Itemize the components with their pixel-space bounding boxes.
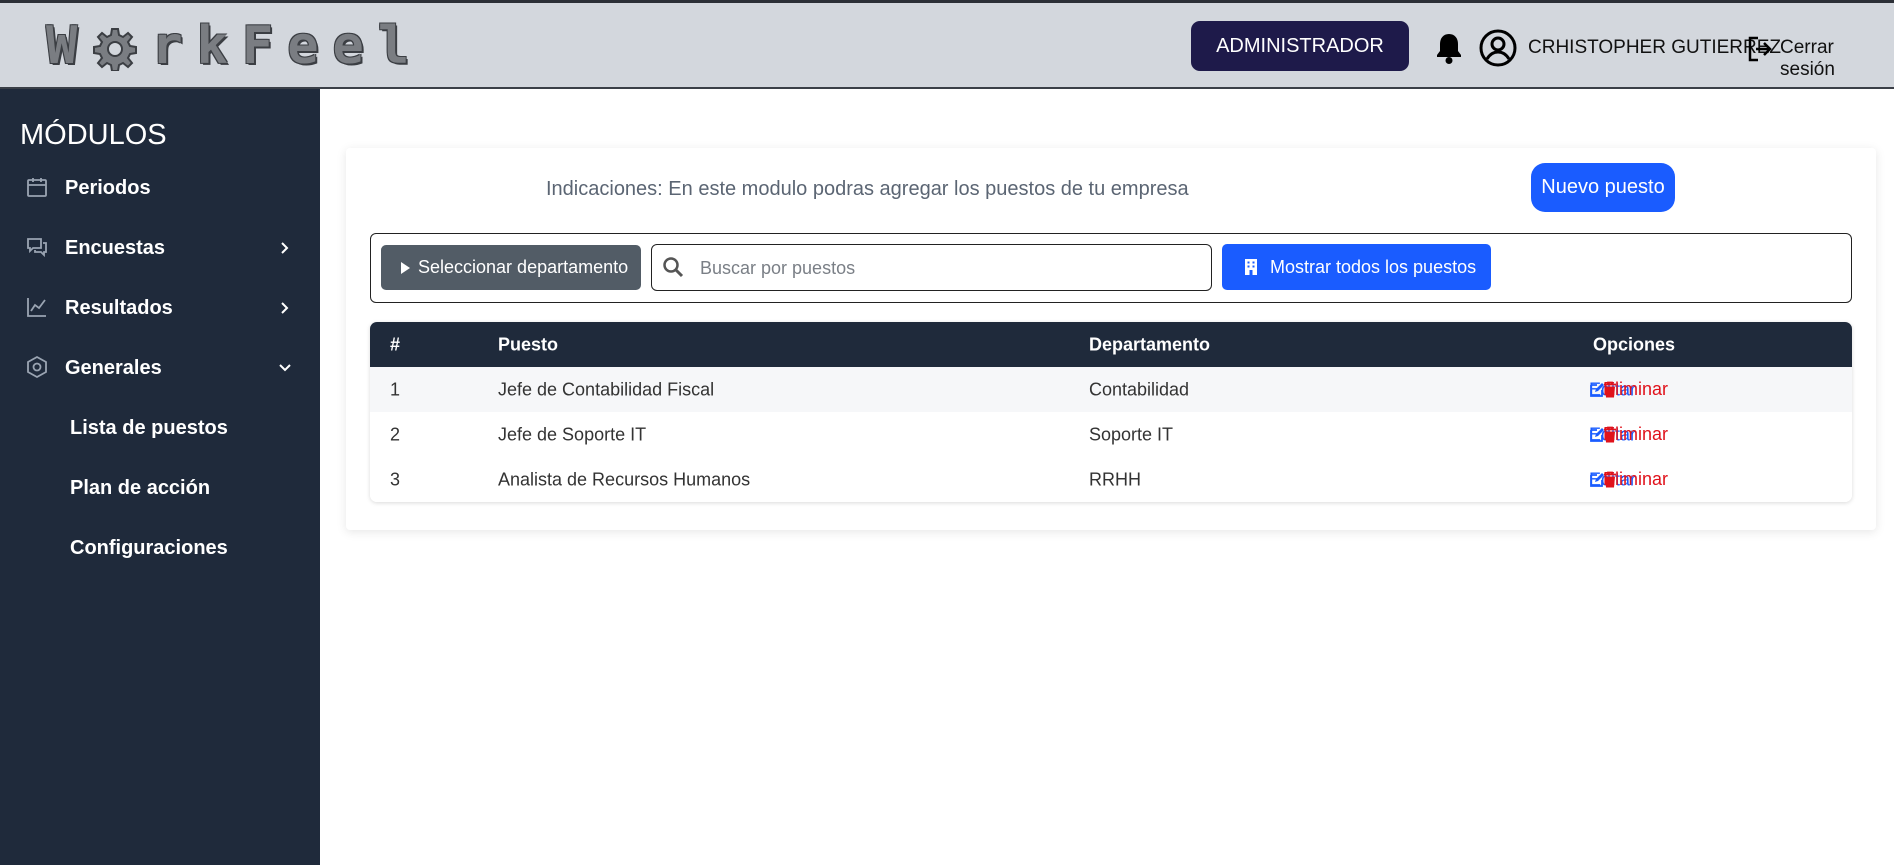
delete-button[interactable]: Eliminar [1603,469,1668,489]
user-name: CRHISTOPHER GUTIERREZ [1528,37,1782,58]
delete-button[interactable]: Eliminar [1603,424,1668,444]
sidebar-item-resultados[interactable]: Resultados [0,283,320,333]
row-departamento: Contabilidad [1089,379,1190,399]
indications-text: Indicaciones: En este modulo podras agre… [546,178,1189,200]
chat-icon [25,235,51,261]
column-header-number: # [390,334,401,354]
row-puesto: Jefe de Soporte IT [498,424,647,444]
chart-icon [25,295,51,321]
table-row: 2 Jefe de Soporte IT Soporte IT Editar E… [370,412,1852,457]
table-row: 3 Analista de Recursos Humanos RRHH Edit… [370,457,1852,502]
calendar-icon [25,175,51,201]
select-department-label: Seleccionar departamento [418,257,629,277]
chevron-right-icon [278,241,292,255]
workfeel-logo: W rkFeel [46,16,424,76]
positions-table: # Puesto Departamento Opciones 1 Jefe de… [370,322,1852,502]
delete-label: Eliminar [1603,424,1669,444]
role-button[interactable]: ADMINISTRADOR [1191,21,1409,71]
row-number: 1 [390,379,401,399]
user-circle-icon[interactable] [1478,28,1518,68]
select-department-button[interactable]: Seleccionar departamento [381,245,641,290]
sidebar: MÓDULOS Periodos Encuestas Resultados Ge… [0,89,320,865]
new-position-button[interactable]: Nuevo puesto [1531,163,1675,212]
show-all-label: Mostrar todos los puestos [1270,256,1477,277]
sidebar-item-label: Generales [65,356,162,379]
column-header-puesto: Puesto [498,334,559,354]
chevron-right-icon [278,301,292,315]
search-box[interactable] [651,244,1212,291]
sidebar-subitem-plan-accion[interactable]: Plan de acción [70,477,210,500]
row-number: 3 [390,469,401,489]
bell-icon[interactable] [1433,31,1465,65]
delete-label: Eliminar [1603,379,1669,399]
table-header: # Puesto Departamento Opciones [370,322,1852,367]
sidebar-item-encuestas[interactable]: Encuestas [0,223,320,273]
sidebar-item-generales[interactable]: Generales [0,343,320,393]
logout-link[interactable]: Cerrar sesión [1780,37,1894,81]
top-header: W rkFeel ADMINISTRADOR CRHISTOPHER GUTIE… [0,0,1894,89]
delete-button[interactable]: Eliminar [1603,379,1668,399]
search-input[interactable] [700,253,1200,283]
sidebar-item-label: Encuestas [65,236,166,259]
sidebar-subitem-lista-puestos[interactable]: Lista de puestos [70,417,228,440]
row-number: 2 [390,424,401,444]
building-icon [1244,258,1258,276]
table-row: 1 Jefe de Contabilidad Fiscal Contabilid… [370,367,1852,412]
filter-bar: Seleccionar departamento Mostrar to [370,233,1852,303]
sidebar-title: MÓDULOS [20,119,167,151]
chevron-down-icon [278,361,292,375]
row-puesto: Analista de Recursos Humanos [498,469,751,489]
search-icon [662,256,684,278]
sidebar-item-label: Resultados [65,296,173,319]
column-header-opciones: Opciones [1593,334,1676,354]
row-puesto: Jefe de Contabilidad Fiscal [498,379,715,399]
delete-label: Eliminar [1603,469,1669,489]
sidebar-item-label: Periodos [65,176,151,199]
logout-icon[interactable] [1746,35,1772,63]
caret-right-icon [401,261,410,274]
column-header-departamento: Departamento [1089,334,1211,354]
row-departamento: RRHH [1089,469,1141,489]
sidebar-item-periodos[interactable]: Periodos [0,163,320,213]
settings-hex-icon [25,355,51,381]
show-all-positions-button[interactable]: Mostrar todos los puestos [1222,244,1491,290]
row-departamento: Soporte IT [1089,424,1174,444]
sidebar-subitem-configuraciones[interactable]: Configuraciones [70,537,228,560]
gear-logo-icon [93,24,138,72]
puestos-card: Indicaciones: En este modulo podras agre… [346,148,1876,530]
